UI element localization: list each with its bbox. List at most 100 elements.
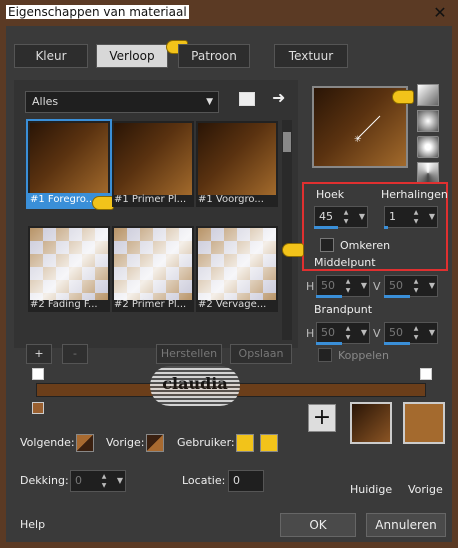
save-button[interactable]: Opslaan (230, 344, 292, 364)
current-swatch[interactable] (350, 402, 392, 444)
spin-arrows-icon[interactable]: ▲ ▼ (341, 208, 351, 226)
tab-verloop[interactable]: Verloop (96, 44, 168, 68)
opacity-value: 0 (75, 474, 82, 487)
tab-kleur[interactable]: Kleur (14, 44, 88, 68)
arrow-right-icon[interactable]: ➜ (272, 88, 285, 107)
gradient-tile[interactable]: #1 Foregro... (26, 119, 112, 209)
material-properties-dialog: Eigenschappen van materiaal ✕ Kleur Verl… (0, 0, 458, 548)
spin-arrows-icon[interactable]: ▲ ▼ (99, 472, 109, 490)
tile-label: #2 Vervage... (198, 299, 267, 310)
linear-gradient-icon[interactable] (417, 84, 439, 106)
gradient-tile[interactable]: #2 Fading F... (28, 226, 110, 312)
add-button[interactable]: + (26, 344, 52, 364)
next-swatch[interactable] (76, 434, 94, 452)
tile-label: #2 Fading F... (30, 299, 98, 310)
spin-arrows-icon[interactable]: ▲ ▼ (343, 324, 353, 342)
help-link[interactable]: Help (20, 518, 45, 531)
restore-button[interactable]: Herstellen (156, 344, 222, 364)
tab-patroon[interactable]: Patroon (178, 44, 250, 68)
center-v-value: 50 (389, 279, 403, 292)
chevron-down-icon[interactable]: ▼ (429, 207, 435, 227)
library-view-icon[interactable] (239, 92, 255, 106)
previous-color-label: Vorige (408, 483, 443, 496)
add-swatch-button[interactable]: + (308, 404, 336, 432)
library-scrollbar[interactable] (282, 120, 292, 340)
focal-h-spinner[interactable]: 50 ▲ ▼ ▼ (316, 322, 370, 344)
gradient-swatch (114, 228, 192, 300)
gradient-swatch (198, 228, 276, 300)
spin-arrows-icon[interactable]: ▲ ▼ (411, 277, 421, 295)
repeats-slider[interactable] (384, 226, 388, 229)
center-h-spinner[interactable]: 50 ▲ ▼ ▼ (316, 275, 370, 297)
scrollbar-thumb[interactable] (283, 132, 291, 152)
previous-color-swatch[interactable] (403, 402, 445, 444)
svg-text:✳: ✳ (354, 135, 362, 145)
focal-v-label: V (373, 327, 381, 340)
gradient-swatch (30, 123, 108, 195)
spin-arrows-icon[interactable]: ▲ ▼ (343, 277, 353, 295)
focal-v-value: 50 (389, 326, 403, 339)
user-label: Gebruiker: (177, 436, 235, 449)
pointer-hand-icon (392, 90, 414, 104)
center-v-slider[interactable] (384, 295, 410, 298)
radial-gradient-icon[interactable] (417, 136, 439, 158)
invert-checkbox[interactable] (320, 238, 334, 252)
gradient-tile[interactable]: #2 Vervage... (196, 226, 278, 312)
sunburst-gradient-icon[interactable] (417, 162, 439, 184)
location-label: Locatie: (182, 474, 226, 487)
opacity-spinner[interactable]: 0 ▲ ▼ ▼ (70, 470, 126, 492)
chevron-down-icon[interactable]: ▼ (117, 471, 123, 491)
gradient-swatch (30, 228, 108, 300)
pointer-hand-icon (282, 243, 304, 257)
center-h-slider[interactable] (316, 295, 342, 298)
gradient-tile[interactable]: #1 Primer Pl... (112, 121, 194, 207)
window-title: Eigenschappen van materiaal (6, 5, 189, 19)
category-value: Alles (32, 95, 59, 108)
spin-arrows-icon[interactable]: ▲ ▼ (411, 324, 421, 342)
cancel-button[interactable]: Annuleren (366, 513, 446, 537)
gradient-tile[interactable]: #1 Voorgro... (196, 121, 278, 207)
chevron-down-icon[interactable]: ▼ (359, 207, 365, 227)
opacity-stop-marker[interactable] (32, 368, 44, 380)
center-label: Middelpunt (314, 256, 376, 269)
angle-label: Hoek (316, 188, 345, 201)
rectangular-gradient-icon[interactable] (417, 110, 439, 132)
angle-slider[interactable] (314, 226, 338, 229)
tile-label: #1 Voorgro... (198, 194, 264, 205)
angle-spinner[interactable]: 45 ▲ ▼ ▼ (314, 206, 368, 228)
focal-h-slider[interactable] (316, 342, 342, 345)
opacity-stop-marker[interactable] (420, 368, 432, 380)
chevron-down-icon[interactable]: ▼ (429, 323, 435, 343)
link-label[interactable]: Koppelen (338, 349, 389, 362)
chevron-down-icon[interactable]: ▼ (361, 323, 367, 343)
location-field[interactable]: 0 (228, 470, 264, 492)
previous-swatch[interactable] (146, 434, 164, 452)
chevron-down-icon[interactable]: ▼ (361, 276, 367, 296)
angle-value: 45 (319, 210, 333, 223)
color-stop-marker[interactable] (32, 402, 44, 414)
center-v-spinner[interactable]: 50 ▲ ▼ ▼ (384, 275, 438, 297)
focal-v-slider[interactable] (384, 342, 410, 345)
user-swatch[interactable] (236, 434, 254, 452)
focal-h-value: 50 (321, 326, 335, 339)
invert-label[interactable]: Omkeren (340, 239, 390, 252)
close-icon[interactable]: ✕ (430, 3, 450, 23)
tile-label: #2 Primer Pl... (114, 299, 187, 310)
pointer-hand-icon (92, 196, 114, 210)
gradient-swatch (114, 123, 192, 195)
repeats-spinner[interactable]: 1 ▲ ▼ ▼ (384, 206, 438, 228)
focal-label: Brandpunt (314, 303, 373, 316)
focal-v-spinner[interactable]: 50 ▲ ▼ ▼ (384, 322, 438, 344)
ok-button[interactable]: OK (280, 513, 356, 537)
spin-arrows-icon[interactable]: ▲ ▼ (411, 208, 421, 226)
link-checkbox[interactable] (318, 348, 332, 362)
category-dropdown[interactable]: Alles ▼ (25, 91, 219, 113)
center-h-label: H (306, 280, 315, 293)
user-swatch-alt[interactable] (260, 434, 278, 452)
tab-textuur[interactable]: Textuur (274, 44, 348, 68)
chevron-down-icon[interactable]: ▼ (429, 276, 435, 296)
current-label: Huidige (350, 483, 393, 496)
remove-button[interactable]: - (62, 344, 88, 364)
gradient-tile[interactable]: #2 Primer Pl... (112, 226, 194, 312)
center-v-label: V (373, 280, 381, 293)
